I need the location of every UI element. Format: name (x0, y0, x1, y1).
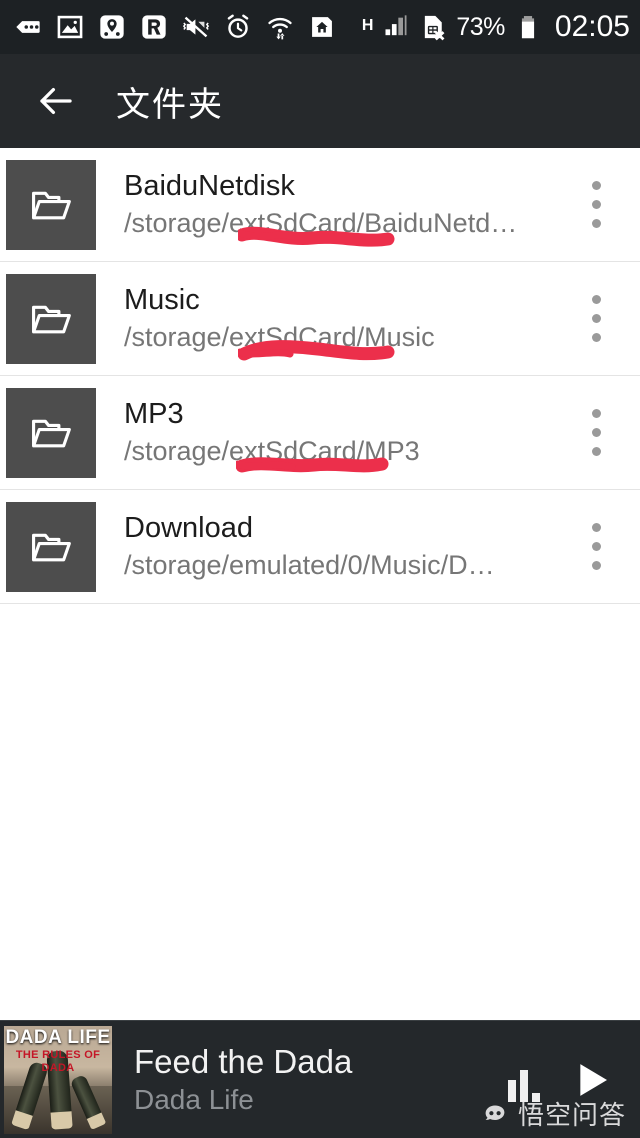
folder-path: /storage/extSdCard/Music (124, 322, 435, 352)
alarm-clock-icon (224, 13, 252, 41)
wifi-transfer-icon (266, 13, 294, 41)
folder-path: /storage/emulated/0/Music/D… (124, 550, 495, 580)
album-art-subtitle: THE RULES OF DADA (15, 1048, 101, 1074)
signal-bars-icon (382, 13, 410, 41)
battery-icon (514, 13, 542, 41)
clock-label: 02:05 (554, 10, 630, 43)
folder-icon (6, 501, 96, 592)
watermark-label: 悟空问答 (517, 1101, 626, 1131)
list-item-text: MP3 /storage/extSdCard/MP3 (124, 397, 566, 468)
folder-icon (6, 273, 96, 364)
track-artist: Dada Life (134, 1083, 254, 1115)
more-notifications-icon (14, 13, 42, 41)
list-item-text: BaiduNetdisk /storage/extSdCard/BaiduNet… (124, 169, 566, 240)
album-art[interactable]: DADA LIFE THE RULES OF DADA (4, 1025, 112, 1134)
gallery-photo-icon (56, 13, 84, 41)
vibrate-mute-icon (182, 13, 210, 41)
folder-icon (6, 159, 96, 250)
app-bar: 文件夹 (0, 54, 640, 148)
now-playing-text: Feed the Dada Dada Life (134, 1043, 504, 1117)
network-type-label: H (361, 17, 374, 34)
list-item[interactable]: Music /storage/extSdCard/Music (0, 262, 640, 376)
battery-percent-label: 73% (456, 12, 505, 41)
watermark: 悟空问答 (479, 1095, 626, 1132)
folder-name: Music (124, 284, 200, 316)
page-title: 文件夹 (116, 84, 224, 125)
folder-name: Download (124, 512, 253, 544)
wukong-logo-icon (479, 1102, 511, 1126)
status-bar: H 73% 02:05 (0, 0, 640, 54)
folder-path: /storage/extSdCard/MP3 (124, 436, 420, 466)
folder-name: MP3 (124, 398, 184, 430)
album-art-title: DADA LIFE (5, 1026, 111, 1048)
overflow-menu-icon[interactable] (566, 388, 626, 478)
home-icon (308, 13, 336, 41)
list-item-text: Music /storage/extSdCard/Music (124, 283, 566, 354)
phone-screen: H 73% 02:05 文件夹 BaiduNetdisk /storage/ex… (0, 0, 640, 1138)
list-item[interactable]: Download /storage/emulated/0/Music/D… (0, 490, 640, 604)
folder-icon (6, 387, 96, 478)
list-item[interactable]: MP3 /storage/extSdCard/MP3 (0, 376, 640, 490)
back-button[interactable] (30, 75, 82, 127)
overflow-menu-icon[interactable] (566, 502, 626, 592)
list-item-text: Download /storage/emulated/0/Music/D… (124, 511, 566, 582)
sim-card-disabled-icon (419, 13, 447, 41)
empty-list-area (0, 604, 640, 1018)
list-item[interactable]: BaiduNetdisk /storage/extSdCard/BaiduNet… (0, 148, 640, 262)
back-arrow-icon (35, 80, 77, 122)
folder-list: BaiduNetdisk /storage/extSdCard/BaiduNet… (0, 148, 640, 604)
status-bar-notifications (14, 13, 362, 41)
overflow-menu-icon[interactable] (566, 160, 626, 250)
track-title: Feed the Dada (134, 1042, 353, 1080)
app-r-icon (140, 13, 168, 41)
status-bar-system: H 73% 02:05 (362, 10, 630, 44)
mini-player-bar[interactable]: DADA LIFE THE RULES OF DADA Feed the Dad… (0, 1020, 640, 1138)
folder-path: /storage/extSdCard/BaiduNetd… (124, 208, 518, 238)
overflow-menu-icon[interactable] (566, 274, 626, 364)
folder-name: BaiduNetdisk (124, 170, 295, 202)
location-pin-icon (98, 13, 126, 41)
